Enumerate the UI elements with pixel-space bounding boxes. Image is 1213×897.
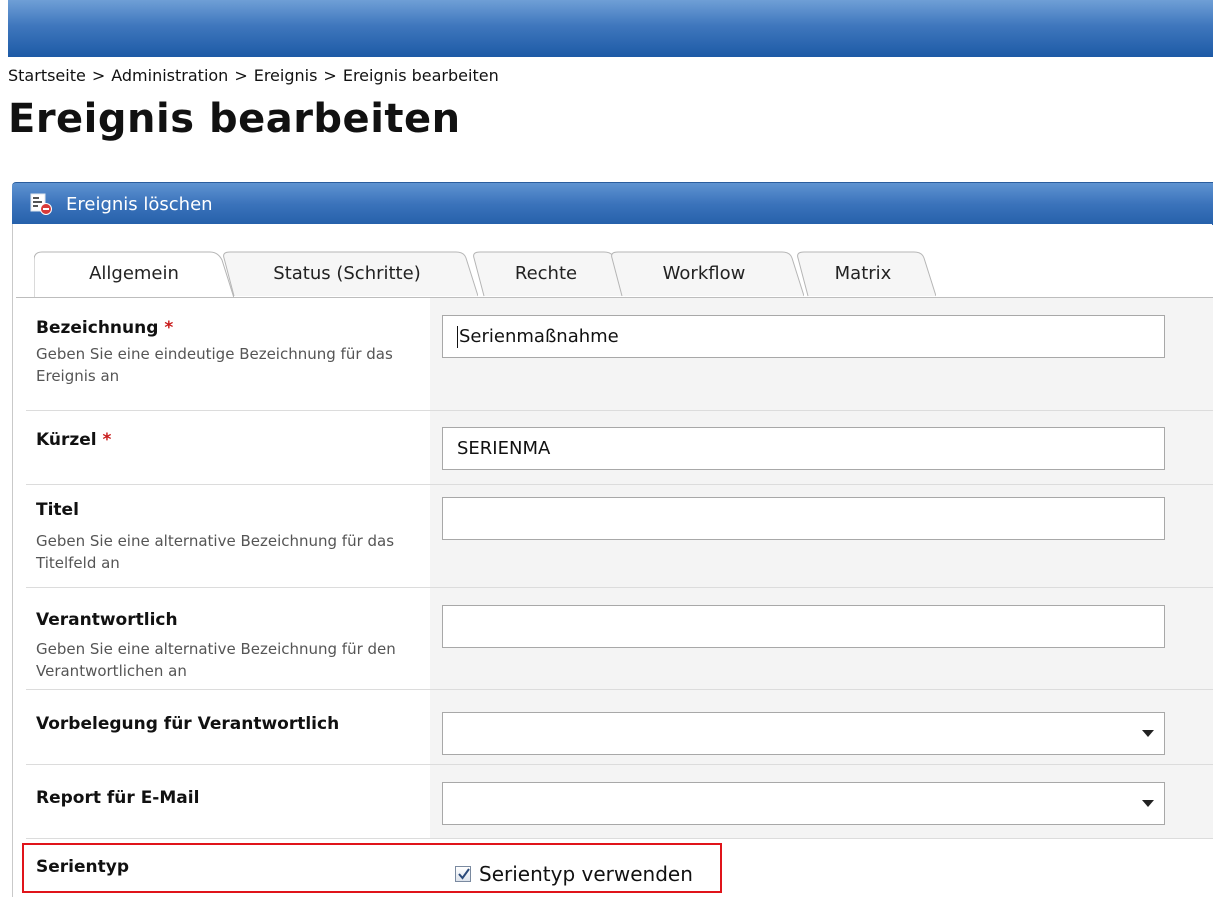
serientyp-checkbox[interactable] xyxy=(455,866,471,882)
report-select[interactable] xyxy=(442,782,1165,825)
kuerzel-label: Kürzel * xyxy=(36,430,111,450)
delete-document-icon xyxy=(30,193,52,215)
row-divider xyxy=(26,484,1213,485)
action-toolbar: Ereignis löschen xyxy=(12,182,1213,225)
required-marker: * xyxy=(102,430,112,450)
tab-allgemein[interactable]: Allgemein xyxy=(34,250,234,298)
breadcrumb-separator: > xyxy=(91,66,106,85)
checkmark-icon xyxy=(458,868,470,880)
tab-label: Rechte xyxy=(514,262,578,284)
breadcrumb-ereignis[interactable]: Ereignis xyxy=(254,66,318,85)
delete-event-label: Ereignis löschen xyxy=(66,193,213,215)
tab-rechte[interactable]: Rechte xyxy=(466,250,626,297)
tab-label: Workflow xyxy=(662,262,746,284)
breadcrumb-separator: > xyxy=(323,66,337,85)
titel-hint: Geben Sie eine alternative Bezeichnung f… xyxy=(36,532,395,572)
tab-status-schritte[interactable]: Status (Schritte) xyxy=(216,250,478,297)
verantwortlich-label: Verantwortlich xyxy=(36,610,178,630)
serientyp-checkbox-control[interactable]: Serientyp verwenden xyxy=(455,862,693,886)
tab-label: Allgemein xyxy=(89,262,179,284)
tab-label: Status (Schritte) xyxy=(273,262,421,284)
required-marker: * xyxy=(164,318,174,338)
tab-bar: Allgemein Status (Schritte) Rechte Workf… xyxy=(34,250,1204,298)
vorbelegung-label: Vorbelegung für Verantwortlich xyxy=(36,714,340,734)
chevron-down-icon[interactable] xyxy=(1142,800,1154,807)
bezeichnung-value: Serienmaßnahme xyxy=(459,326,619,347)
kuerzel-input[interactable]: SERIENMA xyxy=(442,427,1165,470)
breadcrumb-current: Ereignis bearbeiten xyxy=(342,66,499,85)
bezeichnung-label: Bezeichnung * xyxy=(36,318,173,338)
breadcrumb-separator: > xyxy=(234,66,248,85)
page-title: Ereignis bearbeiten xyxy=(8,96,461,142)
row-divider xyxy=(26,764,1213,765)
serientyp-label: Serientyp xyxy=(36,857,129,877)
breadcrumb: Startseite > Administration > Ereignis > Ereig… xyxy=(8,66,499,85)
row-divider xyxy=(26,587,1213,588)
titel-label: Titel xyxy=(36,500,79,520)
serientyp-checkbox-label: Serientyp verwenden xyxy=(479,862,693,886)
text-cursor xyxy=(457,325,458,348)
tab-matrix[interactable]: Matrix xyxy=(790,250,936,297)
breadcrumb-home[interactable]: Startseite xyxy=(8,66,86,85)
vorbelegung-select[interactable] xyxy=(442,712,1165,755)
chevron-down-icon[interactable] xyxy=(1142,730,1154,737)
bezeichnung-input[interactable]: Serienmaßnahme xyxy=(442,315,1165,358)
verantwortlich-hint: Geben Sie eine alternative Bezeichnung f… xyxy=(36,640,396,680)
delete-event-button[interactable]: Ereignis löschen xyxy=(30,183,213,225)
breadcrumb-administration[interactable]: Administration xyxy=(111,66,228,85)
titel-input[interactable] xyxy=(442,497,1165,540)
kuerzel-value: SERIENMA xyxy=(457,438,551,459)
top-header-bar xyxy=(8,0,1213,57)
tab-workflow[interactable]: Workflow xyxy=(604,250,804,297)
bezeichnung-label-text: Bezeichnung xyxy=(36,318,159,338)
verantwortlich-input[interactable] xyxy=(442,605,1165,648)
row-divider xyxy=(26,838,1213,839)
kuerzel-label-text: Kürzel xyxy=(36,430,97,450)
report-label: Report für E-Mail xyxy=(36,788,200,808)
bezeichnung-hint: Geben Sie eine eindeutige Bezeichnung fü… xyxy=(36,345,393,385)
row-divider xyxy=(26,410,1213,411)
row-divider xyxy=(26,689,1213,690)
tab-label: Matrix xyxy=(834,262,892,284)
